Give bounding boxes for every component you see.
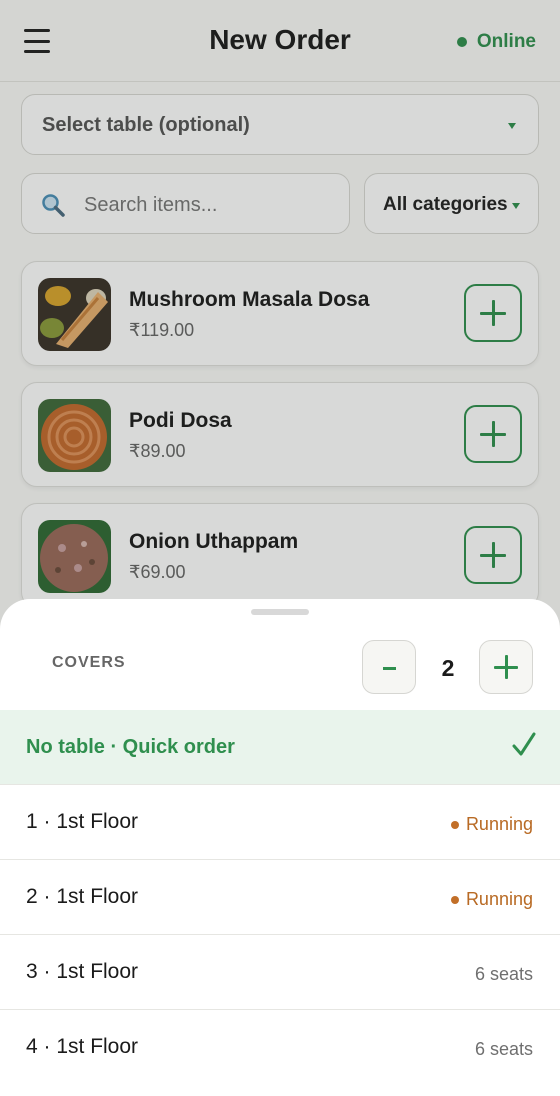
table-option[interactable]: 1 · 1st Floor Running	[0, 785, 560, 860]
table-status-text: 6 seats	[474, 964, 533, 984]
table-option-label: 1 · 1st Floor	[26, 810, 139, 833]
table-status-running: Running	[450, 889, 533, 910]
plus-icon	[494, 655, 518, 679]
table-status-text: Running	[465, 889, 533, 909]
running-dot-icon	[450, 895, 459, 904]
running-dot-icon	[450, 820, 459, 829]
covers-label: COVERS	[52, 654, 126, 671]
table-status-text: 6 seats	[474, 1039, 533, 1059]
covers-increment-button[interactable]	[479, 640, 533, 694]
table-status-text: Running	[465, 814, 533, 834]
table-seats: 6 seats	[475, 1039, 533, 1060]
table-option-label: 3 · 1st Floor	[26, 960, 139, 983]
table-option-label: No table · Quick order	[26, 736, 235, 758]
table-picker-sheet: COVERS 2 No table · Quick order 1 · 1st …	[0, 599, 560, 1096]
check-icon	[512, 732, 536, 756]
table-option[interactable]: 4 · 1st Floor 6 seats	[0, 1010, 560, 1085]
table-option-label: 2 · 1st Floor	[26, 885, 139, 908]
minus-icon	[383, 667, 396, 670]
table-seats: 6 seats	[475, 964, 533, 985]
table-status-running: Running	[450, 814, 533, 835]
table-option-label: 4 · 1st Floor	[26, 1035, 139, 1058]
table-option-quick-order[interactable]: No table · Quick order	[0, 710, 560, 785]
covers-decrement-button[interactable]	[362, 640, 416, 694]
covers-value: 2	[441, 655, 455, 681]
sheet-drag-handle[interactable]	[251, 609, 309, 615]
table-option[interactable]: 2 · 1st Floor Running	[0, 860, 560, 935]
table-option[interactable]: 3 · 1st Floor 6 seats	[0, 935, 560, 1010]
